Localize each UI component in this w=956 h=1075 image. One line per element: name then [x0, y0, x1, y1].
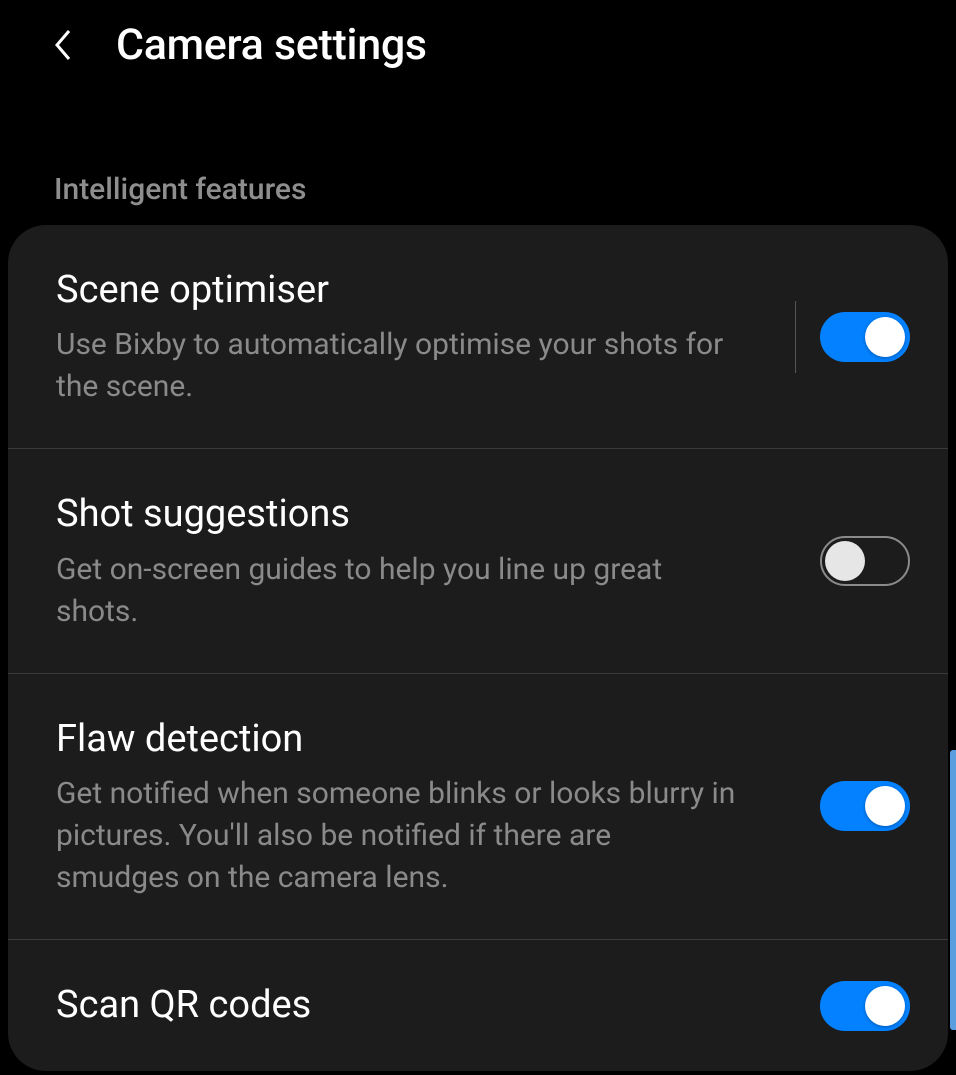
setting-text: Shot suggestions Get on-screen guides to…: [56, 489, 800, 632]
setting-description: Get notified when someone blinks or look…: [56, 773, 736, 899]
toggle-flaw-detection[interactable]: [820, 781, 910, 831]
toggle-knob: [825, 541, 865, 581]
setting-shot-suggestions[interactable]: Shot suggestions Get on-screen guides to…: [8, 449, 948, 673]
toggle-knob: [865, 786, 905, 826]
setting-description: Use Bixby to automatically optimise your…: [56, 324, 736, 408]
toggle-shot-suggestions[interactable]: [820, 536, 910, 586]
toggle-knob: [865, 986, 905, 1026]
back-icon[interactable]: [48, 25, 76, 65]
setting-title: Scene optimiser: [56, 265, 775, 316]
setting-text: Scene optimiser Use Bixby to automatical…: [56, 265, 775, 408]
section-header-intelligent-features: Intelligent features: [0, 172, 956, 225]
toggle-knob: [865, 317, 905, 357]
toggle-scene-optimiser[interactable]: [820, 312, 910, 362]
toggle-scan-qr-codes[interactable]: [820, 981, 910, 1031]
settings-card: Scene optimiser Use Bixby to automatical…: [8, 225, 948, 1071]
divider: [795, 301, 796, 373]
setting-title: Flaw detection: [56, 714, 800, 765]
setting-text: Scan QR codes: [56, 980, 800, 1031]
setting-title: Scan QR codes: [56, 980, 800, 1031]
setting-text: Flaw detection Get notified when someone…: [56, 714, 800, 899]
setting-scan-qr-codes[interactable]: Scan QR codes: [8, 940, 948, 1071]
page-title: Camera settings: [116, 20, 427, 70]
setting-description: Get on-screen guides to help you line up…: [56, 549, 736, 633]
setting-scene-optimiser[interactable]: Scene optimiser Use Bixby to automatical…: [8, 225, 948, 449]
scrollbar-thumb[interactable]: [950, 750, 956, 1030]
setting-flaw-detection[interactable]: Flaw detection Get notified when someone…: [8, 674, 948, 940]
setting-title: Shot suggestions: [56, 489, 800, 540]
header: Camera settings: [0, 0, 956, 90]
